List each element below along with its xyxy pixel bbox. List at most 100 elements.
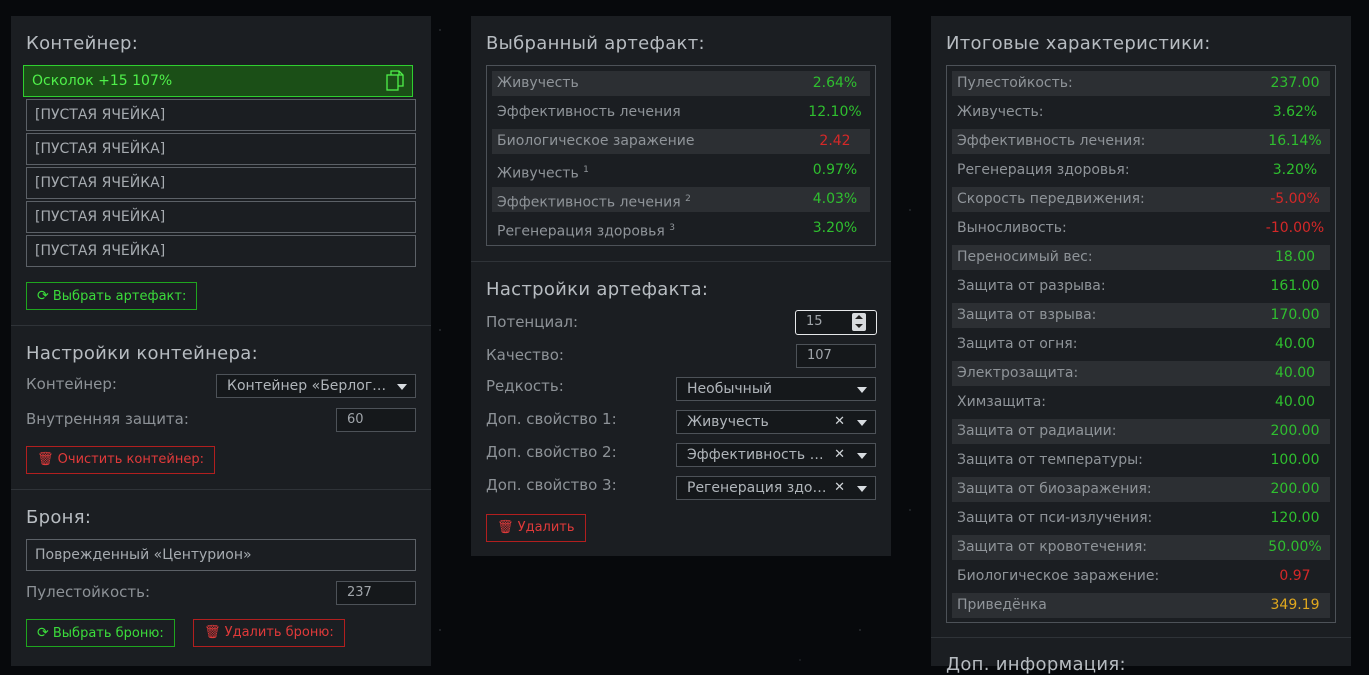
- total-stat-value: 3.20%: [1272, 162, 1318, 178]
- total-stat-name: Защита от кровотечения:: [957, 539, 1147, 555]
- armor-title: Броня:: [26, 507, 92, 528]
- container-type-select[interactable]: Контейнер «Берлога…: [216, 374, 416, 398]
- clear-icon[interactable]: ✕: [834, 444, 845, 466]
- divider: [931, 637, 1351, 638]
- slot-label: [ПУСТАЯ ЯЧЕЙКА]: [35, 175, 166, 191]
- clear-container-button[interactable]: 🗑 Очистить контейнер:: [26, 446, 216, 474]
- stat-name: Эффективность лечения: [497, 194, 681, 211]
- total-stat-name: Выносливость:: [957, 220, 1067, 236]
- total-stat-name: Живучесть:: [957, 104, 1044, 120]
- total-stat-value: 200.00: [1270, 423, 1320, 439]
- total-stat-value: 40.00: [1274, 394, 1316, 410]
- artifact-title: Выбранный артефакт:: [486, 33, 705, 54]
- stepper-icon[interactable]: [852, 313, 866, 331]
- total-stat-name: Защита от огня:: [957, 336, 1078, 352]
- total-stat-row: Защита от температуры: 100.00: [952, 448, 1330, 473]
- total-stat-value: -5.00%: [1270, 191, 1320, 207]
- delete-artifact-button[interactable]: 🗑 Удалить: [486, 514, 586, 542]
- prop2-select[interactable]: Эффективность лечения ✕: [676, 443, 876, 467]
- prop1-value: Живучесть: [687, 414, 769, 430]
- slot-label: Осколок +15 107%: [32, 73, 173, 89]
- total-stat-row: Защита от кровотечения: 50.00%: [952, 535, 1330, 560]
- stat-value: 12.10%: [808, 104, 862, 120]
- quality-label: Качество:: [486, 346, 564, 364]
- total-stat-name: Защита от разрыва:: [957, 278, 1106, 294]
- potential-input[interactable]: 15: [795, 310, 877, 335]
- total-stat-row: Живучесть: 3.62%: [952, 100, 1330, 125]
- stat-row: Живучесть 1 0.97%: [492, 158, 870, 183]
- total-stat-row: Защита от взрыва: 170.00: [952, 303, 1330, 328]
- total-stat-row: Пулестойкость: 237.00: [952, 71, 1330, 96]
- container-title: Контейнер:: [26, 33, 139, 54]
- container-slot-2[interactable]: [ПУСТАЯ ЯЧЕЙКА]: [26, 99, 416, 131]
- inner-protection-input[interactable]: 60: [336, 408, 416, 432]
- stat-name: Живучесть: [497, 75, 579, 91]
- choose-artifact-button[interactable]: ⟳ Выбрать артефакт:: [26, 282, 198, 310]
- choose-armor-button[interactable]: ⟳ Выбрать броню:: [26, 619, 175, 647]
- total-stat-value: 170.00: [1270, 307, 1320, 323]
- clear-icon[interactable]: ✕: [834, 411, 845, 433]
- extra-info-title: Доп. информация:: [946, 654, 1126, 675]
- total-stat-row: Эффективность лечения: 16.14%: [952, 129, 1330, 154]
- divider: [471, 261, 891, 262]
- stat-sup: 1: [583, 165, 589, 175]
- delete-armor-button[interactable]: 🗑 Удалить броню:: [193, 619, 345, 647]
- delete-armor-label: Удалить броню:: [224, 625, 334, 640]
- rarity-select[interactable]: Необычный: [676, 377, 876, 401]
- total-stat-value: 50.00%: [1268, 539, 1322, 555]
- container-slot-4[interactable]: [ПУСТАЯ ЯЧЕЙКА]: [26, 167, 416, 199]
- total-stat-name: Биологическое заражение:: [957, 568, 1160, 584]
- total-stat-value: 18.00: [1274, 249, 1316, 265]
- chevron-down-icon: [857, 453, 867, 459]
- container-slot-6[interactable]: [ПУСТАЯ ЯЧЕЙКА]: [26, 235, 416, 267]
- bullet-resistance-input[interactable]: 237: [336, 581, 416, 605]
- total-stat-value: 200.00: [1270, 481, 1320, 497]
- chevron-down-icon: [857, 420, 867, 426]
- armor-field[interactable]: Поврежденный «Центурион»: [26, 539, 416, 571]
- stat-value: 0.97%: [812, 162, 858, 178]
- total-stat-value: 237.00: [1270, 75, 1320, 91]
- total-stat-row: Регенерация здоровья: 3.20%: [952, 158, 1330, 183]
- quality-input[interactable]: 107: [796, 344, 876, 368]
- total-stat-name: Эффективность лечения:: [957, 133, 1146, 149]
- stat-row: Эффективность лечения 12.10%: [492, 100, 870, 125]
- stat-name: Биологическое заражение: [497, 133, 695, 149]
- divider: [11, 489, 431, 490]
- stat-name: Эффективность лечения: [497, 104, 681, 120]
- clear-container-label: Очистить контейнер:: [57, 452, 205, 467]
- clear-icon[interactable]: ✕: [834, 477, 845, 499]
- totals-panel: Итоговые характеристики: Пулестойкость: 2…: [931, 16, 1351, 675]
- total-stat-name: Химзащита:: [957, 394, 1047, 410]
- container-slot-3[interactable]: [ПУСТАЯ ЯЧЕЙКА]: [26, 133, 416, 165]
- total-stat-value: 161.00: [1270, 278, 1320, 294]
- artifact-settings-title: Настройки артефакта:: [486, 279, 709, 300]
- trash-icon: 🗑: [37, 452, 54, 467]
- total-stat-row: Защита от огня: 40.00: [952, 332, 1330, 357]
- total-stat-value: 40.00: [1274, 336, 1316, 352]
- total-stat-name: Защита от биозаражения:: [957, 481, 1152, 497]
- chevron-down-icon: [857, 486, 867, 492]
- total-stat-value: 0.97: [1279, 568, 1311, 584]
- total-stat-row: Защита от радиации: 200.00: [952, 419, 1330, 444]
- prop1-label: Доп. свойство 1:: [486, 410, 617, 428]
- container-settings-title: Настройки контейнера:: [26, 343, 258, 364]
- total-stat-value: 3.62%: [1272, 104, 1318, 120]
- container-slot-5[interactable]: [ПУСТАЯ ЯЧЕЙКА]: [26, 201, 416, 233]
- slot-label: [ПУСТАЯ ЯЧЕЙКА]: [35, 107, 166, 123]
- inner-protection-label: Внутренняя защита:: [26, 410, 189, 428]
- total-stat-value: 120.00: [1270, 510, 1320, 526]
- potential-value: 15: [806, 314, 823, 329]
- prop3-select[interactable]: Регенерация здоровья ✕: [676, 476, 876, 500]
- stat-sup: 2: [685, 194, 691, 204]
- stat-sup: 3: [669, 223, 676, 233]
- total-stat-name: Регенерация здоровья:: [957, 162, 1130, 178]
- rarity-value: Необычный: [687, 381, 772, 397]
- prop1-select[interactable]: Живучесть ✕: [676, 410, 876, 434]
- stat-row: Регенерация здоровья 3 3.20%: [492, 216, 870, 241]
- choose-armor-label: Выбрать броню:: [52, 626, 164, 641]
- total-stat-row: Выносливость: -10.00%: [952, 216, 1330, 241]
- copy-icon[interactable]: [386, 70, 404, 92]
- bullet-resistance-label: Пулестойкость:: [26, 583, 150, 601]
- total-stat-value: -10.00%: [1265, 220, 1325, 236]
- container-slot-1[interactable]: Осколок +15 107%: [23, 65, 413, 97]
